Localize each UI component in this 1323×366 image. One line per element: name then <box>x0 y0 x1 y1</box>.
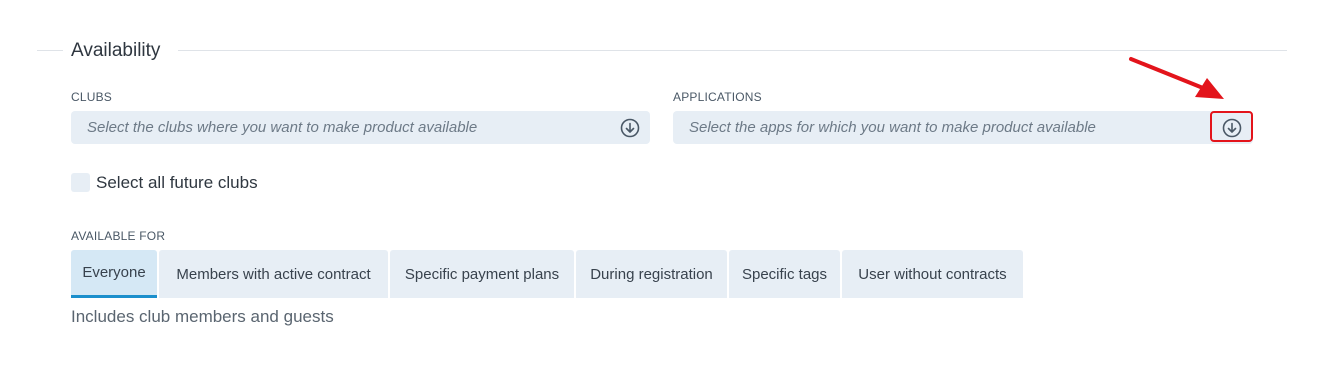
applications-label: APPLICATIONS <box>673 90 762 104</box>
future-clubs-checkbox[interactable] <box>71 173 90 192</box>
tab-user-without-contracts[interactable]: User without contracts <box>842 250 1023 298</box>
clubs-placeholder: Select the clubs where you want to make … <box>87 119 478 136</box>
annotation-highlight-box <box>1210 111 1253 142</box>
section-divider-right <box>178 50 1287 51</box>
available-for-helper-text: Includes club members and guests <box>71 307 334 326</box>
future-clubs-label[interactable]: Select all future clubs <box>96 173 258 193</box>
applications-select[interactable]: Select the apps for which you want to ma… <box>673 111 1253 144</box>
available-for-label: AVAILABLE FOR <box>71 229 166 243</box>
tab-everyone[interactable]: Everyone <box>71 250 157 298</box>
tab-specific-tags[interactable]: Specific tags <box>729 250 840 298</box>
tab-specific-payment-plans[interactable]: Specific payment plans <box>390 250 574 298</box>
clubs-label: CLUBS <box>71 90 113 104</box>
section-divider-left <box>37 50 63 51</box>
available-for-tabs: Everyone Members with active contract Sp… <box>71 250 1023 298</box>
annotation-arrow-icon <box>1129 57 1224 99</box>
tab-members-with-active-contract[interactable]: Members with active contract <box>159 250 388 298</box>
chevron-down-circle-icon[interactable] <box>620 118 640 138</box>
tab-during-registration[interactable]: During registration <box>576 250 727 298</box>
clubs-select[interactable]: Select the clubs where you want to make … <box>71 111 650 144</box>
section-title: Availability <box>71 40 161 61</box>
applications-placeholder: Select the apps for which you want to ma… <box>689 119 1096 136</box>
